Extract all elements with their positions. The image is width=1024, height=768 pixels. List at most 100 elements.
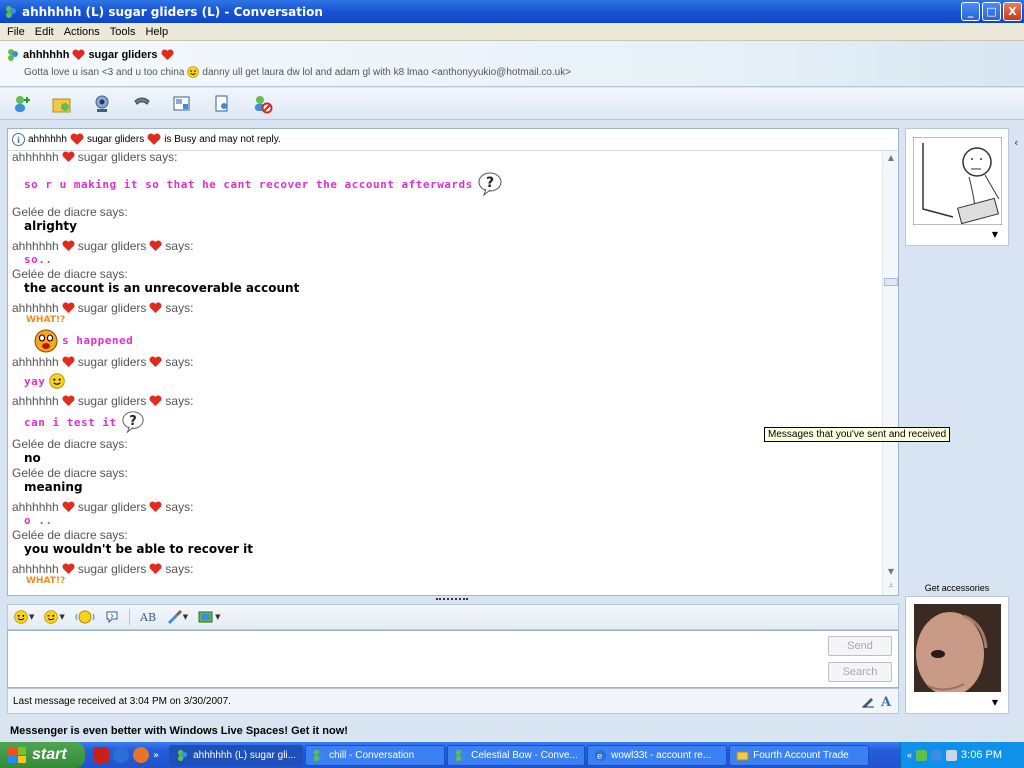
menu-tools[interactable]: Tools xyxy=(105,26,141,38)
wink-button[interactable]: ▼ xyxy=(44,610,65,624)
heart-icon xyxy=(70,133,84,145)
contact-name[interactable]: ahhhhhh sugar gliders xyxy=(6,48,174,62)
my-display-picture[interactable] xyxy=(914,604,1001,692)
message-history[interactable]: ahhhhhh sugar gliders says: so r u makin… xyxy=(8,151,882,595)
messenger-tray-icon[interactable] xyxy=(916,749,928,761)
sender-name: Gelée de diacre xyxy=(12,465,97,480)
call-button[interactable] xyxy=(130,92,154,116)
scroll-down-icon[interactable]: ▼ xyxy=(886,567,896,577)
says-label: says: xyxy=(99,436,128,451)
spaces-banner[interactable]: Messenger is even better with Windows Li… xyxy=(10,725,348,737)
task-chill-conversation[interactable]: chill - Conversation xyxy=(305,744,446,766)
voice-clip-button[interactable] xyxy=(75,610,95,624)
sender-line: ahhhhhh sugar gliders says: xyxy=(12,393,882,408)
message-body: s happened xyxy=(62,334,134,347)
contact-display-picture-panel: ▼ xyxy=(905,128,1009,246)
says-label: says: xyxy=(165,499,194,514)
maximize-button[interactable]: □ xyxy=(982,2,1001,21)
sender-line: ahhhhhh sugar gliders says: xyxy=(12,561,882,576)
task-celestial-bow[interactable]: Celestial Bow - Conve... xyxy=(447,744,586,766)
pane-splitter[interactable] xyxy=(436,598,468,601)
svg-text:A: A xyxy=(880,695,892,708)
font-button[interactable]: AB xyxy=(140,610,156,624)
games-icon xyxy=(215,95,228,111)
activities-button[interactable] xyxy=(170,92,194,116)
contact-name-part2: sugar gliders xyxy=(88,49,158,61)
firefox-icon[interactable] xyxy=(133,747,149,763)
heart-icon xyxy=(62,151,75,162)
network-tray-icon[interactable] xyxy=(931,749,943,761)
collapse-panel-icon[interactable]: ‹ xyxy=(1014,136,1018,149)
scroll-up-icon[interactable]: ▲ xyxy=(886,153,896,163)
chevron-down-icon[interactable]: ▼ xyxy=(992,230,998,239)
type-mode-icon[interactable]: A xyxy=(880,694,894,708)
start-button[interactable]: start xyxy=(0,742,85,768)
task-label: wowl33t - account re... xyxy=(611,749,712,761)
block-button[interactable] xyxy=(250,92,274,116)
sender-line: Gelée de diacre says: xyxy=(12,266,882,281)
invite-button[interactable] xyxy=(10,92,34,116)
menu-edit[interactable]: Edit xyxy=(30,26,59,38)
contact-name-part1: ahhhhhh xyxy=(23,49,70,61)
heart-icon xyxy=(62,301,75,313)
scroll-thumb[interactable] xyxy=(884,278,898,286)
chevron-down-icon: ▼ xyxy=(182,613,189,621)
get-accessories-link[interactable]: Get accessories xyxy=(905,583,1009,593)
heart-icon xyxy=(62,239,75,251)
message-text: meaning xyxy=(24,480,83,494)
quick-launch-overflow-icon[interactable]: » xyxy=(153,750,159,761)
quick-launch: » xyxy=(85,747,167,763)
search-button[interactable]: Search xyxy=(828,662,892,682)
background-button[interactable]: ▼ xyxy=(166,610,188,624)
emoticon-button[interactable]: ▼ xyxy=(14,610,34,624)
task-label: Celestial Bow - Conve... xyxy=(471,749,578,761)
conversation-panel: i ahhhhhh sugar gliders is Busy and may … xyxy=(7,128,899,596)
sender-name: ahhhhhh xyxy=(12,300,59,315)
says-label: says: xyxy=(99,527,128,542)
message-text: s happened xyxy=(12,327,882,354)
handwriting-icon[interactable] xyxy=(861,694,875,708)
tray-expand-icon[interactable]: « xyxy=(907,750,912,760)
menu-help[interactable]: Help xyxy=(140,26,173,38)
send-button[interactable]: Send xyxy=(828,636,892,656)
says-label: says: xyxy=(165,561,194,576)
heart-icon xyxy=(149,500,162,512)
task-fourth-account-trade[interactable]: Fourth Account Trade xyxy=(729,744,870,766)
messenger-icon xyxy=(6,5,16,18)
windows-logo-icon xyxy=(8,747,26,763)
sender-name: ahhhhhh xyxy=(12,561,59,576)
menu-file[interactable]: File xyxy=(2,26,30,38)
color-scheme-button[interactable]: ▼ xyxy=(198,610,221,624)
message-input[interactable]: Send Search xyxy=(7,630,899,688)
minimize-button[interactable]: _ xyxy=(961,2,980,21)
internet-explorer-icon: e xyxy=(595,749,607,762)
aim-icon[interactable] xyxy=(93,747,109,763)
games-button[interactable] xyxy=(210,92,234,116)
clock[interactable]: 3:06 PM xyxy=(961,749,1002,761)
scroll-end-icon[interactable]: ⩡ xyxy=(886,581,896,591)
video-call-icon xyxy=(95,95,109,112)
chevron-down-icon[interactable]: ▼ xyxy=(992,698,998,707)
sender-name: sugar gliders xyxy=(77,499,147,514)
menu-actions[interactable]: Actions xyxy=(59,26,105,38)
internet-explorer-icon[interactable] xyxy=(113,747,129,763)
task-wowl33t[interactable]: e wowl33t - account re... xyxy=(587,744,728,766)
sender-name: sugar gliders xyxy=(77,151,147,164)
sender-name: sugar gliders xyxy=(77,300,147,315)
video-call-button[interactable] xyxy=(90,92,114,116)
send-files-button[interactable] xyxy=(50,92,74,116)
smiley-icon xyxy=(14,610,28,624)
volume-tray-icon[interactable] xyxy=(946,749,958,761)
block-icon xyxy=(255,95,273,113)
says-label: says: xyxy=(99,266,128,281)
nudge-button[interactable] xyxy=(105,610,119,624)
task-conversation-active[interactable]: ahhhhhh (L) sugar gli... xyxy=(169,744,304,766)
svg-text:?: ? xyxy=(129,414,137,429)
busy-name-part2: sugar gliders xyxy=(86,134,145,145)
message-scrollbar[interactable]: ▲ ▼ ⩡ xyxy=(882,151,898,595)
personal-message-part1: Gotta love u isan <3 and u too china xyxy=(24,66,185,78)
svg-text:AB: AB xyxy=(140,611,156,624)
close-button[interactable]: X xyxy=(1003,2,1022,21)
contact-display-picture[interactable] xyxy=(913,137,1002,225)
sender-name: ahhhhhh xyxy=(12,354,59,369)
